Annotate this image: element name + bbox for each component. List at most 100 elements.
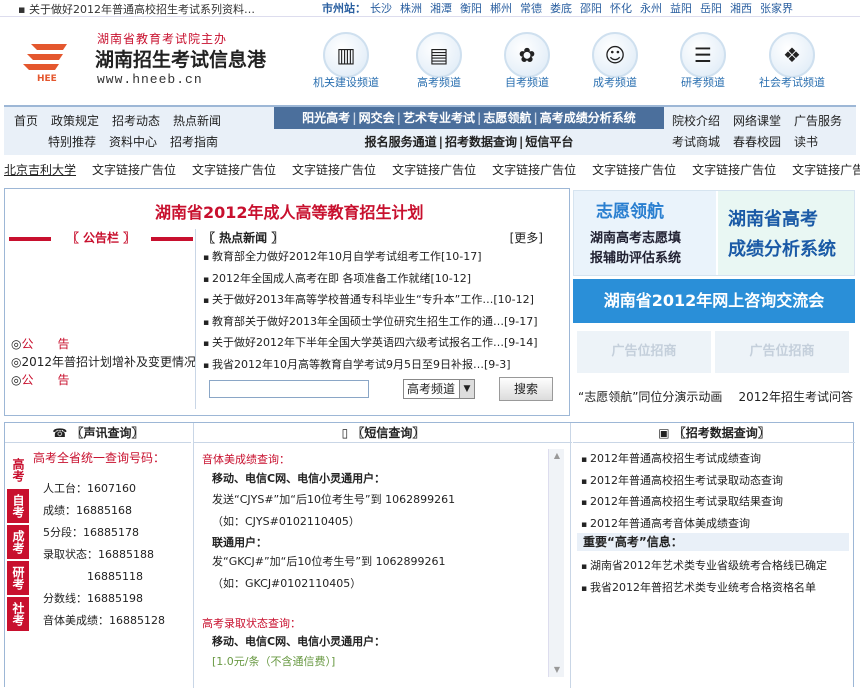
- nav-link[interactable]: 资料中心: [109, 135, 157, 149]
- data-query-link[interactable]: 2012年普通高校招生考试成绩查询: [581, 449, 783, 471]
- nav-link[interactable]: 政策规定: [51, 114, 99, 128]
- city-link[interactable]: 张家界: [760, 2, 793, 15]
- ad-text-link[interactable]: 文字链接广告位: [692, 163, 776, 177]
- city-link[interactable]: 郴州: [490, 2, 512, 15]
- ad-text-link[interactable]: 文字链接广告位: [92, 163, 176, 177]
- sms-line: 高考录取状态查询：: [202, 617, 301, 630]
- ad-placeholder[interactable]: 广告位招商: [715, 331, 849, 373]
- tab-1[interactable]: 自考: [7, 489, 29, 523]
- nav-link[interactable]: 热点新闻: [173, 114, 221, 128]
- scrollbar[interactable]: ▲ ▼: [548, 449, 564, 677]
- news-item[interactable]: 关于做好2012年下半年全国大学英语四六级考试报名工作…[9-14]: [203, 333, 565, 355]
- nav-link[interactable]: 招考数据查询: [445, 135, 517, 149]
- tab-3[interactable]: 研考: [7, 561, 29, 595]
- city-link[interactable]: 湘西: [730, 2, 752, 15]
- nav-link[interactable]: 院校介绍: [672, 114, 720, 128]
- ad-text-link[interactable]: 文字链接广告位: [392, 163, 476, 177]
- nav-link[interactable]: 考试商城: [672, 135, 720, 149]
- channel-label: 机关建设频道: [313, 76, 379, 89]
- data-query-link[interactable]: 2012年普通高校招生考试录取动态查询: [581, 471, 783, 493]
- city-link[interactable]: 永州: [640, 2, 662, 15]
- city-link[interactable]: 衡阳: [460, 2, 482, 15]
- city-link[interactable]: 长沙: [370, 2, 392, 15]
- ad-text-link[interactable]: 文字链接广告位: [492, 163, 576, 177]
- tab-4[interactable]: 社考: [7, 597, 29, 631]
- city-link[interactable]: 娄底: [550, 2, 572, 15]
- channel-link[interactable]: ✿ 自考频道: [484, 32, 570, 90]
- news-item[interactable]: 教育部全力做好2012年10月自学考试组考工作[10-17]: [203, 247, 565, 269]
- banner-volunteer-title: 志愿领航: [596, 202, 664, 222]
- nav-link[interactable]: 志愿领航: [483, 111, 531, 125]
- ad-text-link[interactable]: 文字链接广告位: [592, 163, 676, 177]
- tab-0[interactable]: 高考: [7, 453, 29, 487]
- notice-item[interactable]: ◎2012年普招计划增补及变更情况: [11, 353, 196, 370]
- nav-link[interactable]: 高考成绩分析系统: [540, 111, 636, 125]
- notice-item[interactable]: ◎公 告: [11, 335, 70, 352]
- nav-link[interactable]: 艺术专业考试: [403, 111, 475, 125]
- sms-query-header: ▯ 〖短信查询〗: [194, 423, 572, 443]
- nav-link[interactable]: 阳光高考: [302, 111, 350, 125]
- notice-mark: ◎: [11, 355, 22, 369]
- city-link[interactable]: 邵阳: [580, 2, 602, 15]
- nav-link[interactable]: 报名服务通道: [365, 135, 437, 149]
- ad-text-link[interactable]: 文字链接广告位: [192, 163, 276, 177]
- nav-link[interactable]: 特别推荐: [48, 135, 96, 149]
- city-link[interactable]: 株洲: [400, 2, 422, 15]
- ad-text-link[interactable]: 文字链接广告位: [792, 163, 860, 177]
- chevron-down-icon: ▼: [459, 380, 474, 398]
- headline-link[interactable]: 湖南省2012年成人高等教育招生计划: [155, 199, 424, 223]
- nav-link[interactable]: 招考动态: [112, 114, 160, 128]
- ad-placeholder[interactable]: 广告位招商: [577, 331, 711, 373]
- top-news-link[interactable]: ▪ 关于做好2012年普通高校招生考试系列资料…: [18, 1, 255, 17]
- channel-link[interactable]: ▥ 机关建设频道: [303, 32, 389, 90]
- nav-link[interactable]: 招考指南: [170, 135, 218, 149]
- channel-select[interactable]: 高考频道 ▼: [403, 379, 475, 399]
- data-query-link[interactable]: 2012年普通高考音体美成绩查询: [581, 514, 783, 536]
- notice-mark: ◎: [11, 373, 22, 387]
- channel-link[interactable]: ☰ 研考频道: [660, 32, 746, 90]
- banner-consultation[interactable]: 湖南省2012年网上咨询交流会: [573, 279, 855, 323]
- channel-link[interactable]: ☺ 成考频道: [572, 32, 658, 90]
- demo-animation-link[interactable]: “志愿领航”同位分演示动画: [578, 390, 722, 404]
- scroll-down-icon[interactable]: ▼: [549, 663, 565, 677]
- more-link[interactable]: [更多]: [510, 229, 543, 246]
- search-input[interactable]: [209, 380, 369, 398]
- sms-line: 联通用户：: [212, 536, 267, 549]
- phone-number-line: 16885118: [43, 570, 143, 583]
- news-item[interactable]: 关于做好2013年高等学校普通专科毕业生“专升本”工作…[10-12]: [203, 290, 565, 312]
- channel-link[interactable]: ▤ 高考频道: [396, 32, 482, 90]
- city-link[interactable]: 常德: [520, 2, 542, 15]
- nav-link[interactable]: 广告服务: [794, 114, 842, 128]
- city-link[interactable]: 怀化: [610, 2, 632, 15]
- nav-link[interactable]: 读书: [794, 135, 818, 149]
- book-icon: ▤: [416, 32, 462, 78]
- scroll-up-icon[interactable]: ▲: [549, 449, 565, 463]
- news-item[interactable]: 教育部关于做好2013年全国硕士学位研究生招生工作的通…[9-17]: [203, 312, 565, 334]
- channel-link[interactable]: ❖ 社会考试频道: [749, 32, 835, 90]
- nav-link[interactable]: 短信平台: [525, 135, 573, 149]
- news-item[interactable]: 我省2012年10月高等教育自学考试9月5日至9日补报…[9-3]: [203, 355, 565, 377]
- exam-qa-link[interactable]: 2012年招生考试问答: [738, 390, 853, 404]
- search-button[interactable]: 搜索: [499, 377, 553, 401]
- channel-label: 自考频道: [505, 76, 549, 89]
- data-query-link[interactable]: 2012年普通高校招生考试录取结果查询: [581, 492, 783, 514]
- nav-link[interactable]: 首页: [14, 114, 38, 128]
- notice-mark: ◎: [11, 337, 22, 351]
- city-link[interactable]: 湘潭: [430, 2, 452, 15]
- news-item[interactable]: 2012年全国成人高考在即 各项准备工作就绪[10-12]: [203, 269, 565, 291]
- site-logo[interactable]: HEE 湖南省教育考试院主办 湖南招生考试信息港 www.hneeb.cn: [15, 24, 275, 94]
- nav-link[interactable]: 网络课堂: [733, 114, 781, 128]
- ad-text-link[interactable]: 文字链接广告位: [292, 163, 376, 177]
- important-info-link[interactable]: 我省2012年普招艺术类专业统考合格资格名单: [581, 578, 827, 600]
- city-link[interactable]: 益阳: [670, 2, 692, 15]
- nav-link[interactable]: 网交会: [359, 111, 395, 125]
- voice-query-subtitle: 高考全省统一查询号码：: [33, 451, 166, 465]
- gift-icon: ❖: [769, 32, 815, 78]
- tab-2[interactable]: 成考: [7, 525, 29, 559]
- nav-link[interactable]: 春春校园: [733, 135, 781, 149]
- city-link[interactable]: 岳阳: [700, 2, 722, 15]
- banner-volunteer[interactable]: 志愿领航 湖南高考志愿填 报辅助评估系统 湖南省高考 成绩分析系统: [573, 190, 855, 276]
- ad-text-link[interactable]: 北京吉利大学: [4, 163, 76, 177]
- notice-item[interactable]: ◎公 告: [11, 371, 70, 388]
- important-info-link[interactable]: 湖南省2012年艺术类专业省级统考合格线已确定: [581, 556, 827, 578]
